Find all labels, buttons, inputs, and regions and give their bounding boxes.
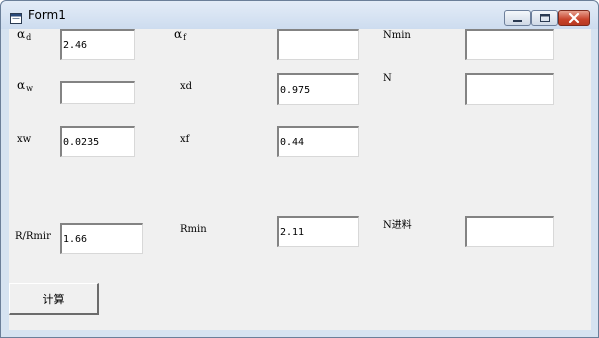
r-rmin-field[interactable] bbox=[60, 223, 143, 254]
label-xw: xw bbox=[17, 134, 32, 145]
alpha-w-field[interactable] bbox=[60, 81, 135, 104]
label-r-rmin: R/Rmir bbox=[15, 231, 51, 242]
label-xf: xf bbox=[180, 134, 190, 145]
form-window-icon[interactable] bbox=[10, 9, 22, 24]
nmin-field[interactable] bbox=[465, 29, 554, 60]
form-client-area: αd αf Nmin αw xd N xw xf R/Rmir Rmin N进料… bbox=[9, 27, 591, 330]
maximize-button[interactable] bbox=[531, 10, 558, 26]
label-alpha-w: αw bbox=[17, 78, 33, 93]
label-n-feed: N进料 bbox=[383, 220, 412, 231]
label-xd: xd bbox=[180, 81, 193, 92]
xw-field[interactable] bbox=[60, 126, 135, 157]
xf-field[interactable] bbox=[277, 126, 359, 157]
close-button[interactable] bbox=[558, 10, 590, 26]
label-nmin: Nmin bbox=[383, 30, 411, 41]
n-field[interactable] bbox=[465, 73, 554, 105]
title-bar[interactable]: Form1 bbox=[1, 1, 598, 29]
window-title: Form1 bbox=[28, 8, 66, 22]
minimize-button[interactable] bbox=[504, 10, 531, 26]
label-alpha-f: αf bbox=[174, 27, 187, 42]
label-rmin: Rmin bbox=[180, 224, 207, 235]
alpha-f-field[interactable] bbox=[277, 29, 359, 60]
minimize-icon bbox=[513, 20, 522, 22]
label-n: N bbox=[383, 73, 392, 84]
app-window: Form1 αd αf Nmin αw xd bbox=[0, 0, 599, 338]
label-alpha-d: αd bbox=[17, 27, 32, 42]
xd-field[interactable] bbox=[277, 73, 359, 105]
alpha-d-field[interactable] bbox=[60, 29, 135, 60]
n-feed-field[interactable] bbox=[465, 216, 554, 247]
rmin-field[interactable] bbox=[277, 216, 359, 247]
close-icon bbox=[568, 12, 580, 24]
calculate-button[interactable]: 计算 bbox=[9, 283, 99, 315]
maximize-icon bbox=[540, 14, 550, 22]
